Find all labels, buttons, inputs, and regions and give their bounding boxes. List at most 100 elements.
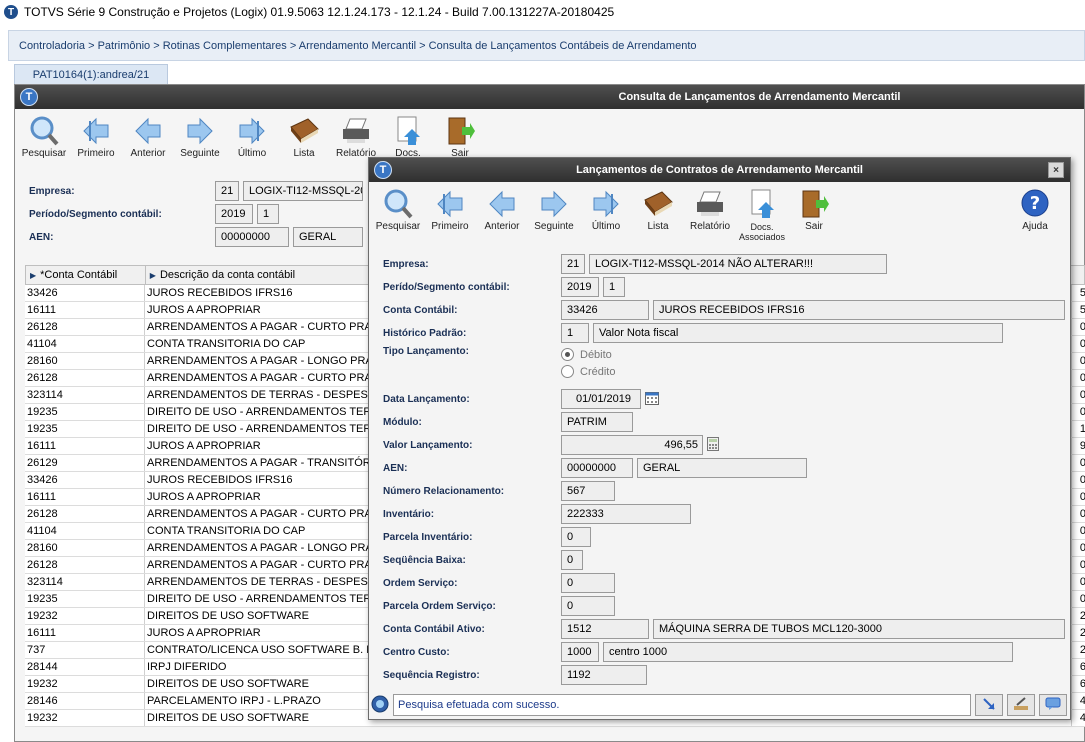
dlg-parcela-inv-field[interactable]: 0 bbox=[561, 527, 591, 547]
dlg-empresa-code[interactable]: 21 bbox=[561, 254, 585, 274]
radio-debito-label: Débito bbox=[580, 348, 612, 361]
main-search-button[interactable]: Pesquisar bbox=[19, 115, 69, 167]
dlg-parcela-ordem-field[interactable]: 0 bbox=[561, 596, 615, 616]
cell-conta: 16111 bbox=[25, 438, 145, 454]
dlg-conta-row: Conta Contábil: 33426 JUROS RECEBIDOS IF… bbox=[383, 300, 1069, 320]
main-window-header: T Consulta de Lançamentos de Arrendament… bbox=[15, 85, 1084, 109]
dlg-tipo-row: Tipo Lançamento: Débito Crédito bbox=[383, 346, 615, 380]
dlg-conta-ativo-code[interactable]: 1512 bbox=[561, 619, 649, 639]
dialog-first-button[interactable]: Primeiro bbox=[425, 188, 475, 242]
cell-trailing: 0 bbox=[1079, 338, 1085, 350]
cell-conta: 33426 bbox=[25, 472, 145, 488]
dlg-periodo-field[interactable]: 2019 bbox=[561, 277, 599, 297]
cell-trailing: 9 bbox=[1079, 440, 1085, 452]
breadcrumb: Controladoria > Patrimônio > Rotinas Com… bbox=[8, 30, 1085, 61]
dlg-segmento-field[interactable]: 1 bbox=[603, 277, 625, 297]
main-aen-code[interactable]: 00000000 bbox=[215, 227, 289, 247]
resize-button[interactable] bbox=[975, 694, 1003, 716]
tab-session[interactable]: PAT10164(1):andrea/21 bbox=[14, 64, 168, 84]
message-button[interactable] bbox=[1039, 694, 1067, 716]
dialog-statusbar: Pesquisa efetuada com sucesso. bbox=[371, 693, 1068, 717]
dialog-last-label: Último bbox=[591, 221, 621, 232]
dlg-aen-name[interactable]: GERAL bbox=[637, 458, 807, 478]
dialog-search-label: Pesquisar bbox=[375, 221, 421, 232]
dlg-periodo-label: Perído/Segmento contábil: bbox=[383, 281, 510, 293]
dialog-exit-button[interactable]: Sair bbox=[789, 188, 839, 242]
main-list-label: Lista bbox=[293, 148, 315, 159]
dlg-conta-name[interactable]: JUROS RECEBIDOS IFRS16 bbox=[653, 300, 1065, 320]
dlg-centro-code[interactable]: 1000 bbox=[561, 642, 599, 662]
dlg-seq-reg-label: Sequência Registro: bbox=[383, 669, 480, 681]
dlg-ordem-label: Ordem Serviço: bbox=[383, 577, 458, 589]
dialog-docs-button[interactable]: Docs. Associados bbox=[737, 188, 787, 242]
main-list-button[interactable]: Lista bbox=[279, 115, 329, 167]
calendar-icon[interactable] bbox=[645, 391, 659, 408]
dialog-last-button[interactable]: Último bbox=[581, 188, 631, 242]
dialog-previous-button[interactable]: Anterior bbox=[477, 188, 527, 242]
main-empresa-name[interactable]: LOGIX-TI12-MSSQL-2014 bbox=[243, 181, 363, 201]
document-upload-icon bbox=[745, 188, 779, 220]
dialog-search-button[interactable]: Pesquisar bbox=[373, 188, 423, 242]
dialog-header: T Lançamentos de Contratos de Arrendamen… bbox=[369, 158, 1070, 182]
dlg-seq-baixa-field[interactable]: 0 bbox=[561, 550, 583, 570]
main-previous-button[interactable]: Anterior bbox=[123, 115, 173, 167]
cell-conta: 19232 bbox=[25, 676, 145, 692]
cell-conta: 28160 bbox=[25, 540, 145, 556]
cell-trailing: 4 bbox=[1079, 712, 1085, 724]
dlg-ordem-field[interactable]: 0 bbox=[561, 573, 615, 593]
main-aen-name[interactable]: GERAL bbox=[293, 227, 363, 247]
dlg-valor-field[interactable]: 496,55 bbox=[561, 435, 703, 455]
dlg-seq-reg-field[interactable]: 1192 bbox=[561, 665, 647, 685]
cell-conta: 737 bbox=[25, 642, 145, 658]
dlg-aen-code[interactable]: 00000000 bbox=[561, 458, 633, 478]
dlg-periodo-row: Perído/Segmento contábil: 2019 1 bbox=[383, 277, 629, 297]
dlg-modulo-field[interactable]: PATRIM bbox=[561, 412, 633, 432]
dialog-exit-label: Sair bbox=[805, 221, 823, 232]
main-last-button[interactable]: Último bbox=[227, 115, 277, 167]
dlg-numrel-field[interactable]: 567 bbox=[561, 481, 615, 501]
cell-conta: 323114 bbox=[25, 574, 145, 590]
dlg-historico-code[interactable]: 1 bbox=[561, 323, 589, 343]
dlg-data-field[interactable]: 01/01/2019 bbox=[561, 389, 641, 409]
main-empresa-code[interactable]: 21 bbox=[215, 181, 239, 201]
grid-header-descricao-label: Descrição da conta contábil bbox=[159, 269, 296, 281]
dlg-ordem-row: Ordem Serviço: 0 bbox=[383, 573, 619, 593]
dialog-report-button[interactable]: Relatório bbox=[685, 188, 735, 242]
main-next-button[interactable]: Seguinte bbox=[175, 115, 225, 167]
main-window-title: Consulta de Lançamentos de Arrendamento … bbox=[618, 91, 901, 103]
dlg-inventario-field[interactable]: 222333 bbox=[561, 504, 691, 524]
radio-debito[interactable]: Débito bbox=[561, 346, 615, 363]
main-periodo-field[interactable]: 2019 bbox=[215, 204, 253, 224]
dlg-historico-name[interactable]: Valor Nota fiscal bbox=[593, 323, 1003, 343]
main-segmento-field[interactable]: 1 bbox=[257, 204, 279, 224]
radio-credito[interactable]: Crédito bbox=[561, 363, 615, 380]
last-arrow-icon bbox=[589, 188, 623, 220]
close-button[interactable]: × bbox=[1048, 162, 1064, 178]
main-first-button[interactable]: Primeiro bbox=[71, 115, 121, 167]
dlg-conta-ativo-name[interactable]: MÁQUINA SERRA DE TUBOS MCL120-3000 bbox=[653, 619, 1065, 639]
breadcrumb-text[interactable]: Controladoria > Patrimônio > Rotinas Com… bbox=[19, 40, 697, 52]
totvs-logo-icon: T bbox=[4, 5, 18, 19]
dlg-modulo-label: Módulo: bbox=[383, 416, 422, 428]
dialog-next-button[interactable]: Seguinte bbox=[529, 188, 579, 242]
grid-header-conta[interactable]: ▶ *Conta Contábil bbox=[26, 266, 146, 284]
help-button[interactable]: ? Ajuda bbox=[1010, 188, 1060, 242]
dlg-empresa-name[interactable]: LOGIX-TI12-MSSQL-2014 NÃO ALTERAR!!! bbox=[589, 254, 887, 274]
dlg-conta-code[interactable]: 33426 bbox=[561, 300, 649, 320]
dlg-centro-name[interactable]: centro 1000 bbox=[603, 642, 1013, 662]
dlg-numrel-row: Número Relacionamento: 567 bbox=[383, 481, 619, 501]
dlg-aen-label: AEN: bbox=[383, 462, 408, 474]
grid-header-conta-label: *Conta Contábil bbox=[40, 269, 118, 281]
edit-button[interactable] bbox=[1007, 694, 1035, 716]
dlg-valor-row: Valor Lançamento: 496,55 bbox=[383, 435, 719, 455]
main-aen-row: AEN: 00000000 GERAL bbox=[29, 227, 367, 247]
svg-text:?: ? bbox=[1030, 193, 1040, 214]
cell-conta: 26128 bbox=[25, 370, 145, 386]
dlg-data-label: Data Lançamento: bbox=[383, 393, 470, 405]
calculator-icon[interactable] bbox=[707, 436, 719, 454]
right-arrow-icon bbox=[183, 115, 217, 147]
close-icon: × bbox=[1053, 164, 1059, 176]
dialog-title: Lançamentos de Contratos de Arrendamento… bbox=[576, 164, 863, 176]
cell-trailing: 0 bbox=[1079, 559, 1085, 571]
dialog-list-button[interactable]: Lista bbox=[633, 188, 683, 242]
